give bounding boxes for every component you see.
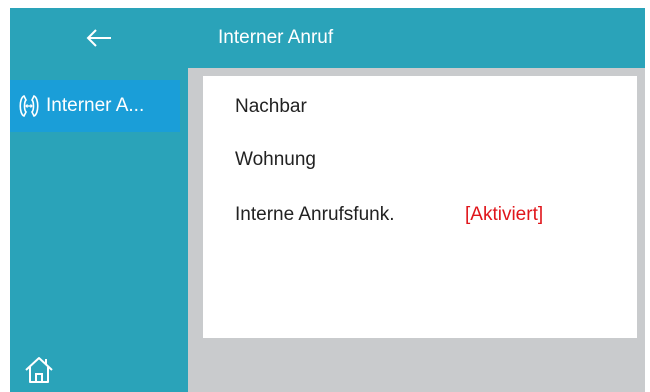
home-button[interactable] [22, 354, 56, 386]
menu-item-neighbor[interactable]: Nachbar [235, 96, 307, 118]
menu-item-apartment[interactable]: Wohnung [235, 149, 316, 171]
menu-item-label: Wohnung [235, 149, 316, 170]
sidebar-item-label: Interner A... [46, 95, 145, 116]
page-title: Interner Anruf [218, 27, 334, 48]
screen: Interner A... Interner Anruf Nachbar Woh… [10, 8, 645, 392]
back-button[interactable] [10, 8, 188, 68]
menu-item-label: Interne Anrufsfunk. [235, 204, 395, 225]
settings-panel: Nachbar Wohnung Interne Anrufsfunk. [Akt… [203, 76, 637, 338]
sidebar: Interner A... [10, 8, 188, 392]
home-icon [25, 357, 53, 383]
menu-item-label: Nachbar [235, 96, 307, 117]
status-value: [Aktiviert] [465, 204, 544, 225]
menu-item-internal-call-function[interactable]: Interne Anrufsfunk. [Aktiviert] [235, 204, 615, 226]
header-bar: Interner Anruf [188, 8, 645, 68]
arrow-left-icon [86, 29, 111, 47]
sidebar-item-internal-call[interactable]: Interner A... [10, 80, 180, 132]
intercom-call-icon [16, 93, 42, 119]
